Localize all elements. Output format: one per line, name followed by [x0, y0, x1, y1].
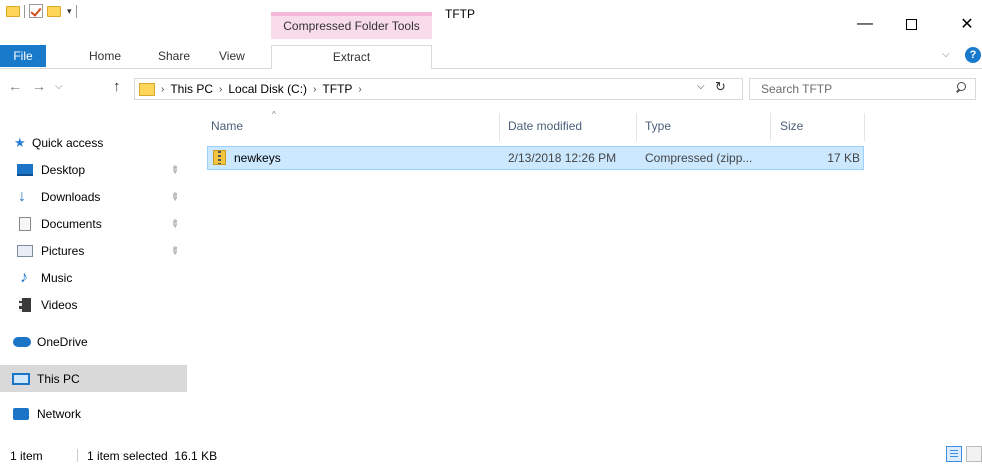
properties-icon[interactable] [29, 4, 43, 18]
chevron-right-icon[interactable]: › [313, 84, 316, 95]
this-pc-icon [12, 372, 30, 385]
column-header-name[interactable]: Name [211, 119, 243, 145]
toolbar-separator [75, 4, 77, 18]
sidebar-item-label: Downloads [41, 190, 101, 204]
search-placeholder: Search TFTP [761, 82, 833, 96]
sidebar-item-label: Music [41, 271, 73, 285]
status-selection: 1 item selected 16.1 KB [87, 449, 218, 463]
sidebar-item-label: Quick access [32, 136, 104, 150]
expand-ribbon-icon[interactable]: ⌵ [942, 49, 950, 60]
title-bar [0, 0, 982, 23]
file-name[interactable]: newkeys [234, 151, 281, 165]
chevron-right-icon[interactable]: › [219, 84, 222, 95]
file-date-modified: 2/13/2018 12:26 PM [508, 151, 617, 165]
refresh-icon[interactable]: ↻ [715, 79, 726, 95]
sidebar-item-videos[interactable]: Videos [0, 293, 187, 317]
sidebar-item-label: Videos [41, 298, 78, 312]
tab-view[interactable]: View [219, 49, 245, 63]
sidebar-item-label: This PC [37, 371, 80, 386]
file-size: 17 KB [827, 151, 860, 165]
pin-icon: ✎ [167, 217, 182, 231]
sidebar-item-quick-access[interactable]: ★ Quick access [0, 131, 187, 155]
column-header-date-modified[interactable]: Date modified [508, 119, 582, 145]
close-button[interactable]: ✕ [952, 12, 982, 36]
pin-icon: ✎ [167, 190, 182, 204]
sidebar-item-label: Pictures [41, 244, 85, 258]
folder-icon [139, 82, 155, 96]
details-view-icon[interactable] [946, 446, 962, 462]
tab-extract[interactable]: Extract [271, 45, 432, 69]
sidebar-item-downloads[interactable]: ↓ Downloads ✎ [0, 185, 187, 209]
column-header-type[interactable]: Type [645, 119, 671, 145]
sidebar-item-documents[interactable]: Documents ✎ [0, 212, 187, 236]
maximize-button[interactable] [896, 12, 926, 36]
breadcrumb-tftp[interactable]: TFTP [322, 82, 352, 96]
quick-access-toolbar: ▾ [6, 4, 77, 18]
sidebar-item-onedrive[interactable]: OneDrive [0, 330, 187, 354]
navigation-pane: ★ Quick access Desktop ✎ ↓ Downloads ✎ D… [0, 110, 187, 440]
help-icon[interactable]: ? [965, 47, 981, 63]
large-icons-view-icon[interactable] [966, 446, 982, 462]
close-icon: ✕ [960, 16, 974, 33]
contextual-group-label: Compressed Folder Tools [283, 19, 420, 33]
pictures-icon [17, 245, 33, 257]
download-icon: ↓ [18, 188, 26, 205]
zip-folder-icon [213, 150, 226, 165]
minimize-icon: — [857, 15, 873, 32]
breadcrumb-this-pc[interactable]: This PC [170, 82, 213, 96]
forward-button[interactable]: → [32, 78, 46, 94]
desktop-icon [17, 164, 33, 176]
customize-toolbar-icon[interactable]: ▾ [67, 6, 72, 17]
status-separator [77, 449, 78, 462]
column-divider[interactable] [770, 113, 771, 141]
sidebar-item-pictures[interactable]: Pictures ✎ [0, 239, 187, 263]
minimize-button[interactable]: — [850, 12, 880, 36]
sidebar-item-network[interactable]: Network [0, 402, 187, 426]
sort-ascending-icon: ^ [272, 110, 276, 119]
sidebar-item-label: Documents [41, 217, 102, 231]
recent-locations-icon[interactable]: ⌵ [55, 81, 63, 92]
search-icon[interactable] [955, 82, 966, 93]
new-folder-icon[interactable] [47, 5, 61, 17]
maximize-icon [905, 18, 917, 30]
address-dropdown-icon[interactable]: ⌵ [697, 81, 705, 92]
music-icon: ♪ [20, 269, 28, 286]
pin-icon: ✎ [167, 244, 182, 258]
column-divider[interactable] [499, 113, 500, 141]
search-input[interactable]: Search TFTP [749, 78, 976, 100]
tab-home[interactable]: Home [89, 49, 121, 63]
tab-file[interactable]: File [0, 45, 46, 67]
sidebar-item-desktop[interactable]: Desktop ✎ [0, 158, 187, 182]
column-divider[interactable] [864, 113, 865, 141]
sidebar-item-label: OneDrive [37, 335, 88, 349]
up-button[interactable]: ↑ [113, 78, 121, 95]
folder-icon [6, 5, 20, 17]
toolbar-separator [24, 4, 25, 18]
address-bar[interactable]: › This PC › Local Disk (C:) › TFTP › [134, 78, 743, 100]
column-header-size[interactable]: Size [780, 119, 803, 145]
sidebar-item-label: Network [37, 407, 82, 421]
documents-icon [19, 217, 31, 231]
sidebar-item-this-pc[interactable]: This PC [0, 365, 187, 392]
sidebar-item-music[interactable]: ♪ Music [0, 266, 187, 290]
breadcrumb-local-disk[interactable]: Local Disk (C:) [228, 82, 307, 96]
window-title: TFTP [445, 7, 475, 21]
status-item-count: 1 item [10, 449, 43, 463]
ribbon-bar [0, 39, 982, 69]
sidebar-item-label: Desktop [41, 163, 86, 177]
column-divider[interactable] [636, 113, 637, 141]
chevron-right-icon[interactable]: › [358, 84, 361, 95]
onedrive-icon [13, 337, 31, 347]
file-type: Compressed (zipp... [645, 151, 753, 165]
pin-icon: ✎ [167, 163, 182, 177]
videos-icon [19, 298, 31, 312]
network-icon [13, 408, 29, 420]
back-button[interactable]: ← [8, 78, 22, 94]
tab-share[interactable]: Share [158, 49, 190, 63]
chevron-right-icon[interactable]: › [161, 84, 164, 95]
star-icon: ★ [14, 135, 26, 150]
